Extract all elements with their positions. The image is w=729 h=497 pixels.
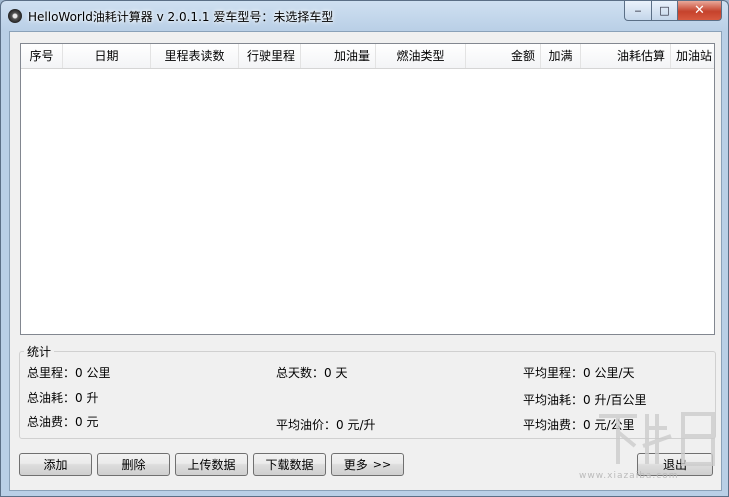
column-header-cost[interactable]: 金额 [466, 44, 541, 68]
download-data-button[interactable]: 下载数据 [253, 453, 326, 476]
stat-avg-price: 平均油价0 元/升 [276, 416, 376, 433]
client-area: 序号 日期 里程表读数 行驶里程 加油量 燃油类型 金额 加满 油耗估算 加油站… [9, 31, 722, 491]
table-header: 序号 日期 里程表读数 行驶里程 加油量 燃油类型 金额 加满 油耗估算 加油站 [21, 44, 714, 69]
stat-avg-fuel-value: 0 升/百公里 [583, 393, 647, 407]
records-table[interactable]: 序号 日期 里程表读数 行驶里程 加油量 燃油类型 金额 加满 油耗估算 加油站 [20, 43, 715, 335]
column-header-gas-station[interactable]: 加油站 [671, 44, 714, 68]
column-header-index[interactable]: 序号 [21, 44, 63, 68]
watermark-text: www.xiazaiba.com [579, 471, 679, 481]
stat-total-days: 总天数0 天 [276, 364, 347, 381]
column-header-fuel-type[interactable]: 燃油类型 [376, 44, 466, 68]
stat-total-days-value: 0 天 [324, 366, 348, 380]
stat-avg-cost: 平均油费0 元/公里 [523, 416, 635, 433]
column-header-full-tank[interactable]: 加满 [541, 44, 581, 68]
stat-total-fuel: 总油耗0 升 [27, 389, 98, 406]
more-button[interactable]: 更多 >> [331, 453, 404, 476]
stat-avg-distance-value: 0 公里/天 [583, 366, 635, 380]
upload-data-button[interactable]: 上传数据 [175, 453, 248, 476]
column-header-consumption-estimate[interactable]: 油耗估算 [581, 44, 671, 68]
column-header-fuel-amount[interactable]: 加油量 [301, 44, 376, 68]
title-bar[interactable]: HelloWorld油耗计算器 v 2.0.1.1 爱车型号：未选择车型 ‒ □… [1, 1, 728, 31]
stat-avg-cost-value: 0 元/公里 [583, 418, 635, 432]
stat-total-distance-value: 0 公里 [75, 366, 111, 380]
app-logo-icon [8, 9, 22, 23]
stat-total-distance: 总里程0 公里 [27, 364, 110, 381]
stat-avg-distance: 平均里程0 公里/天 [523, 364, 635, 381]
app-window: HelloWorld油耗计算器 v 2.0.1.1 爱车型号：未选择车型 ‒ □… [0, 0, 729, 497]
stat-total-cost: 总油费0 元 [27, 413, 98, 430]
window-title: HelloWorld油耗计算器 v 2.0.1.1 爱车型号：未选择车型 [28, 10, 334, 24]
stat-total-fuel-value: 0 升 [75, 391, 99, 405]
add-button[interactable]: 添加 [19, 453, 92, 476]
stat-avg-price-value: 0 元/升 [336, 418, 376, 432]
stats-group-label: 统计 [24, 343, 55, 360]
double-chevron-right-icon: >> [372, 458, 392, 471]
delete-button[interactable]: 删除 [97, 453, 170, 476]
stat-avg-fuel: 平均油耗0 升/百公里 [523, 391, 647, 408]
more-button-label: 更多 [343, 458, 368, 472]
column-header-odometer[interactable]: 里程表读数 [151, 44, 239, 68]
stat-total-cost-value: 0 元 [75, 415, 99, 429]
minimize-button[interactable]: ‒ [624, 1, 652, 21]
window-controls: ‒ □ ✕ [624, 1, 722, 21]
column-header-distance[interactable]: 行驶里程 [239, 44, 301, 68]
close-button[interactable]: ✕ [678, 1, 722, 21]
maximize-button[interactable]: □ [652, 1, 678, 21]
column-header-date[interactable]: 日期 [63, 44, 151, 68]
